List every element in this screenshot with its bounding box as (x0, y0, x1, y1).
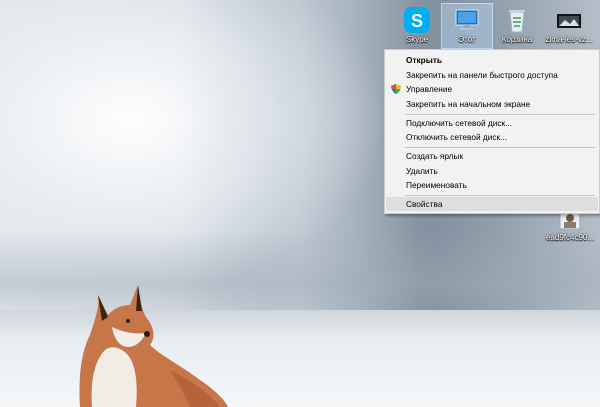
menu-item-delete[interactable]: Удалить (386, 164, 598, 178)
icon-label: Этот (458, 35, 476, 44)
desktop-background[interactable]: S Skype Этот Корзина zima-les-vz... ead9… (0, 0, 600, 407)
menu-separator (405, 114, 595, 115)
menu-item-open[interactable]: Открыть (386, 53, 598, 67)
menu-item-create-shortcut[interactable]: Создать ярлык (386, 149, 598, 163)
this-pc-icon (455, 9, 479, 30)
menu-item-disconnect-network-drive[interactable]: Отключить сетевой диск... (386, 130, 598, 144)
svg-text:S: S (411, 11, 423, 31)
desktop-icon-image-file[interactable]: zima-les-vz... (544, 4, 594, 48)
menu-item-properties[interactable]: Свойства (386, 197, 598, 211)
menu-separator (405, 147, 595, 148)
icon-label: ead9fc4c90... (545, 233, 595, 242)
menu-item-manage[interactable]: Управление (386, 82, 598, 96)
skype-icon: S (404, 7, 430, 33)
image-file-icon (559, 211, 581, 230)
desktop-icon-skype[interactable]: S Skype (392, 4, 442, 48)
icon-label: Корзина (501, 35, 533, 44)
icon-label: Skype (405, 35, 429, 44)
context-menu: Открыть Закрепить на панели быстрого дос… (384, 49, 600, 214)
uac-shield-icon (391, 84, 401, 94)
image-file-icon (557, 14, 581, 28)
recycle-bin-icon (509, 10, 525, 33)
menu-item-rename[interactable]: Переименовать (386, 178, 598, 192)
desktop-icon-image-file-2[interactable]: ead9fc4c90... (541, 211, 599, 249)
menu-item-map-network-drive[interactable]: Подключить сетевой диск... (386, 116, 598, 130)
desktop-icon-recycle-bin[interactable]: Корзина (492, 4, 542, 48)
menu-item-pin-quick-access[interactable]: Закрепить на панели быстрого доступа (386, 68, 598, 82)
menu-item-pin-start[interactable]: Закрепить на начальном экране (386, 97, 598, 111)
fox-wallpaper-image (79, 285, 229, 407)
menu-item-label: Управление (406, 84, 453, 94)
desktop-icon-this-pc[interactable]: Этот (441, 3, 493, 49)
menu-separator (405, 195, 595, 196)
icon-label: zima-les-vz... (545, 35, 593, 44)
